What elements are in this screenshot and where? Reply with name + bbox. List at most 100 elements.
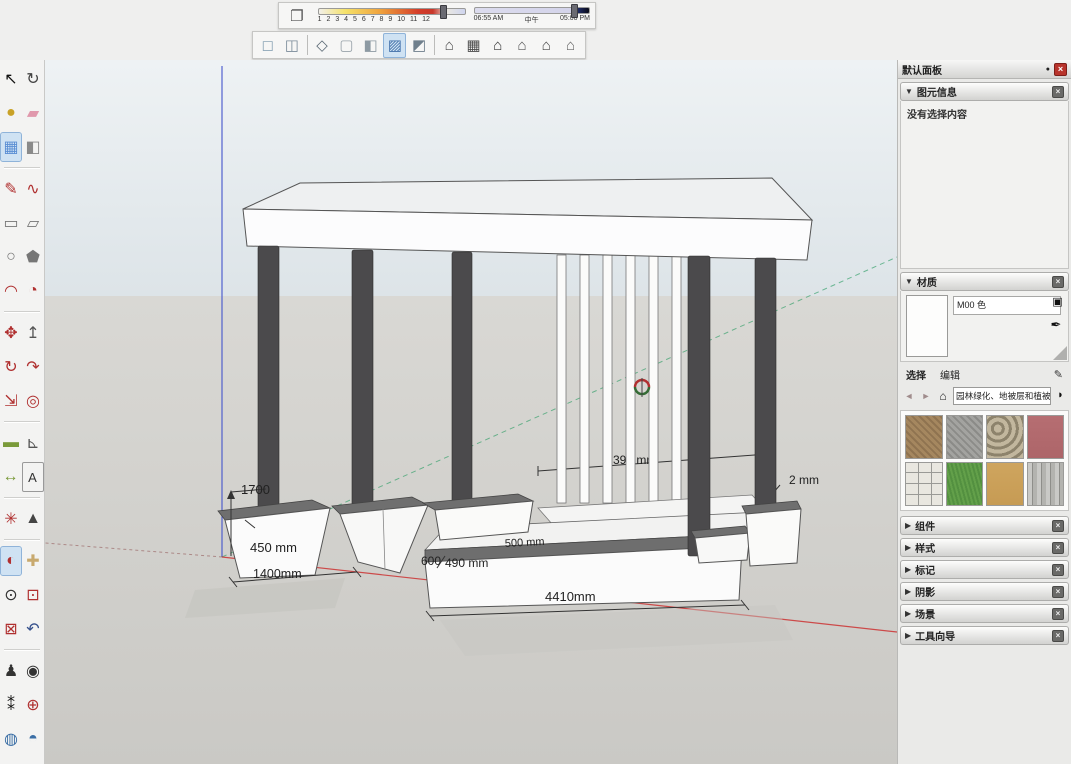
shadow-time-slider[interactable]: 06:55 AM 中午 05:00 PM <box>474 7 590 25</box>
view-back-button[interactable]: ⌂ <box>535 33 558 58</box>
date-slider-track[interactable] <box>318 8 466 15</box>
material-cube-tool[interactable]: ▦ <box>1 133 21 161</box>
look-around-tool[interactable]: ◉ <box>23 657 43 685</box>
tape-measure-tool[interactable]: ▬ <box>1 429 21 457</box>
view-left-button[interactable]: ⌂ <box>559 33 582 58</box>
footing-fourth[interactable] <box>691 526 750 563</box>
create-material-icon[interactable]: ▣ <box>1051 295 1064 311</box>
wireframe-button[interactable]: ◇ <box>310 33 333 58</box>
zoom-extents-tool[interactable]: ⊠ <box>1 615 21 643</box>
materials-header[interactable]: ▼ 材质 × <box>900 272 1069 291</box>
section-tags[interactable]: ▶ 标记 × <box>900 560 1069 579</box>
select-tool[interactable]: ↖ <box>1 65 21 93</box>
extra-tool-a[interactable]: ◍ <box>1 725 21 753</box>
pie-tool[interactable]: ◔ <box>23 277 43 305</box>
section-close-button[interactable]: × <box>1052 520 1064 532</box>
zoom-tool[interactable]: ⊙ <box>1 581 21 609</box>
sample-paint-icon[interactable]: ✒ <box>1048 317 1064 333</box>
section-components[interactable]: ▶ 组件 × <box>900 516 1069 535</box>
pergola-top-slab[interactable] <box>243 178 812 260</box>
axes-tool[interactable]: ✳ <box>1 505 21 533</box>
shaded-with-textures-button[interactable]: ▨ <box>383 33 406 58</box>
collection-dropdown[interactable]: 园林绿化、地被层和植被 ∨ <box>953 387 1051 405</box>
3d-text-tool[interactable]: ▲ <box>23 505 43 533</box>
swatch-mauve-red[interactable] <box>1027 415 1065 459</box>
view-front-button[interactable]: ⌂ <box>486 33 509 58</box>
push-pull-tool[interactable]: ↥ <box>23 319 43 347</box>
shaded-button[interactable]: ◧ <box>359 33 382 58</box>
tray-close-button[interactable]: × <box>1054 63 1067 76</box>
hidden-line-button[interactable]: ▢ <box>335 33 358 58</box>
rectangle-tool[interactable]: ▭ <box>1 209 21 237</box>
walk-tool[interactable]: ⁑ <box>1 691 21 719</box>
section-shadows[interactable]: ▶ 阴影 × <box>900 582 1069 601</box>
back-arrow-icon[interactable]: ◄ <box>902 389 916 403</box>
zoom-window-tool[interactable]: ⊡ <box>23 581 43 609</box>
materials-close-button[interactable]: × <box>1052 276 1064 288</box>
details-icon[interactable]: ◗ <box>1054 389 1067 403</box>
section-close-button[interactable]: × <box>1052 630 1064 642</box>
scale-tool[interactable]: ⇲ <box>1 387 21 415</box>
position-camera-tool[interactable]: ♟ <box>1 657 21 685</box>
xray-mode-button[interactable]: ◻ <box>256 33 279 58</box>
toggle-shadows-button[interactable]: ❐ <box>284 4 310 28</box>
date-slider-handle[interactable] <box>440 5 447 19</box>
polygon-tool[interactable]: ⬟ <box>23 243 43 271</box>
pin-icon[interactable]: ● <box>1046 66 1050 73</box>
previous-view-tool[interactable]: ↶ <box>23 615 43 643</box>
arc-tool[interactable]: ◠ <box>1 277 21 305</box>
view-top-button[interactable]: ▦ <box>462 33 485 58</box>
swatch-gravel-brown[interactable] <box>905 415 943 459</box>
swatch-river-rock[interactable] <box>986 415 1024 459</box>
home-icon[interactable]: ⌂ <box>936 389 950 403</box>
section-close-button[interactable]: × <box>1052 564 1064 576</box>
tab-edit[interactable]: 编辑 <box>940 367 960 382</box>
swatch-fence-slats[interactable] <box>1027 462 1065 506</box>
time-slider-handle[interactable] <box>571 4 578 18</box>
back-edges-button[interactable]: ◫ <box>280 33 303 58</box>
eraser-tool[interactable]: ▰ <box>23 99 43 127</box>
monochrome-button[interactable]: ◩ <box>407 33 430 58</box>
extra-tool-b[interactable]: ◓ <box>23 725 43 753</box>
circle-tool[interactable]: ○ <box>1 243 21 271</box>
section-plane-tool[interactable]: ⊕ <box>23 691 43 719</box>
swatch-gravel-gray[interactable] <box>946 415 984 459</box>
protractor-tool[interactable]: ⊾ <box>23 429 43 457</box>
orbit-tool[interactable]: ◐ <box>1 547 21 575</box>
forward-arrow-icon[interactable]: ► <box>919 389 933 403</box>
section-scenes[interactable]: ▶ 场景 × <box>900 604 1069 623</box>
tray-header[interactable]: 默认面板 ● × <box>898 60 1071 79</box>
text-tool[interactable]: A <box>22 462 44 492</box>
section-styles[interactable]: ▶ 样式 × <box>900 538 1069 557</box>
dimension-tool[interactable]: ↔ <box>1 463 21 491</box>
entity-info-header[interactable]: ▼ 图元信息 × <box>900 82 1069 101</box>
rotated-rectangle-tool[interactable]: ▱ <box>23 209 43 237</box>
follow-me-tool[interactable]: ↷ <box>23 353 43 381</box>
freehand-tool[interactable]: ∿ <box>23 175 43 203</box>
3d-viewport[interactable]: 390 mm 2 mm 500 mm 4410mm <box>45 60 897 764</box>
entity-info-close-button[interactable]: × <box>1052 86 1064 98</box>
move-tool[interactable]: ✥ <box>1 319 21 347</box>
eyedropper-icon[interactable]: ✎ <box>1054 368 1063 381</box>
make-component-tool[interactable]: ↻ <box>23 65 43 93</box>
swatch-sand-tan[interactable] <box>986 462 1024 506</box>
footing-right[interactable] <box>742 501 801 566</box>
view-iso-button[interactable]: ⌂ <box>438 33 461 58</box>
swatch-grass-green[interactable] <box>946 462 984 506</box>
section-close-button[interactable]: × <box>1052 542 1064 554</box>
time-slider-track[interactable] <box>474 7 590 14</box>
shadow-date-slider[interactable]: 1 2 3 4 5 6 7 8 9 10 11 12 <box>318 8 466 23</box>
swatch-pavers[interactable] <box>905 462 943 506</box>
paint-bucket-tool[interactable]: ● <box>1 99 21 127</box>
rotate-tool[interactable]: ↻ <box>1 353 21 381</box>
tab-select[interactable]: 选择 <box>906 367 926 382</box>
line-tool[interactable]: ✎ <box>1 175 21 203</box>
shape-tool[interactable]: ◧ <box>23 133 43 161</box>
section-close-button[interactable]: × <box>1052 586 1064 598</box>
view-right-button[interactable]: ⌂ <box>510 33 533 58</box>
pan-tool[interactable]: ✚ <box>23 547 43 575</box>
section-close-button[interactable]: × <box>1052 608 1064 620</box>
section-instructor[interactable]: ▶ 工具向导 × <box>900 626 1069 645</box>
material-name-field[interactable]: M00 色 <box>953 296 1061 315</box>
offset-tool[interactable]: ◎ <box>23 387 43 415</box>
